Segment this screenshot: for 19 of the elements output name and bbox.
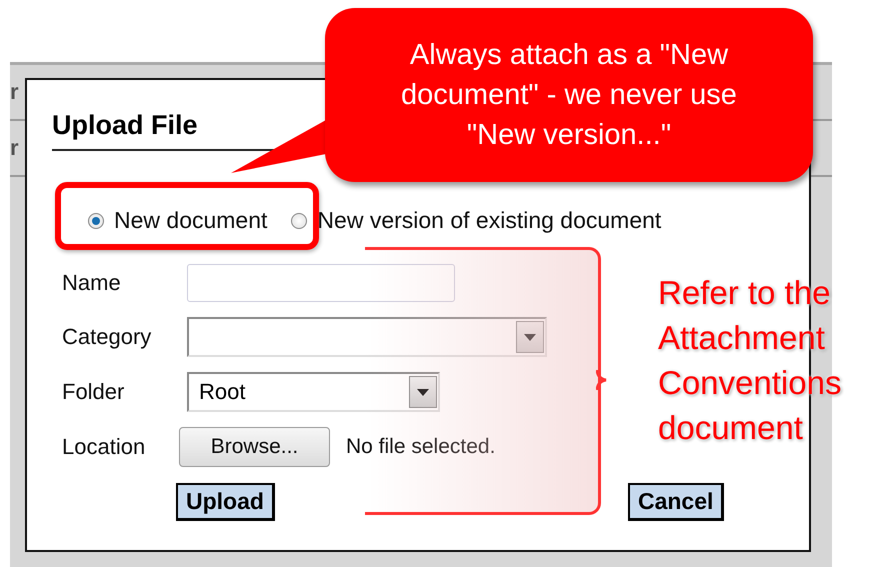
name-input-field[interactable] xyxy=(187,264,455,302)
dialog-button[interactable]: Upload xyxy=(176,483,275,521)
field-label: Location xyxy=(62,434,146,460)
file-status-text: No file selected. xyxy=(346,435,496,459)
dropdown-caret-icon[interactable] xyxy=(516,321,544,353)
field-label: Folder xyxy=(62,379,126,405)
dropdown-field[interactable] xyxy=(187,317,547,357)
radio-option[interactable]: New document xyxy=(88,207,268,234)
field-label: Name xyxy=(62,270,122,296)
dialog-button[interactable]: Cancel xyxy=(628,483,724,521)
browse-button[interactable]: Browse... xyxy=(179,427,330,467)
cut-off-text: r xyxy=(10,135,19,160)
radio-option[interactable]: New version of existing document xyxy=(291,207,662,234)
callout-text: Always attach as a "New document" - we never use "New version..." xyxy=(400,38,738,153)
brace-point-icon xyxy=(596,370,608,390)
dropdown-field[interactable]: Root xyxy=(187,372,440,412)
dropdown-caret-icon[interactable] xyxy=(409,376,437,408)
cut-off-text: r xyxy=(10,79,19,104)
field-label: Category xyxy=(62,324,152,350)
